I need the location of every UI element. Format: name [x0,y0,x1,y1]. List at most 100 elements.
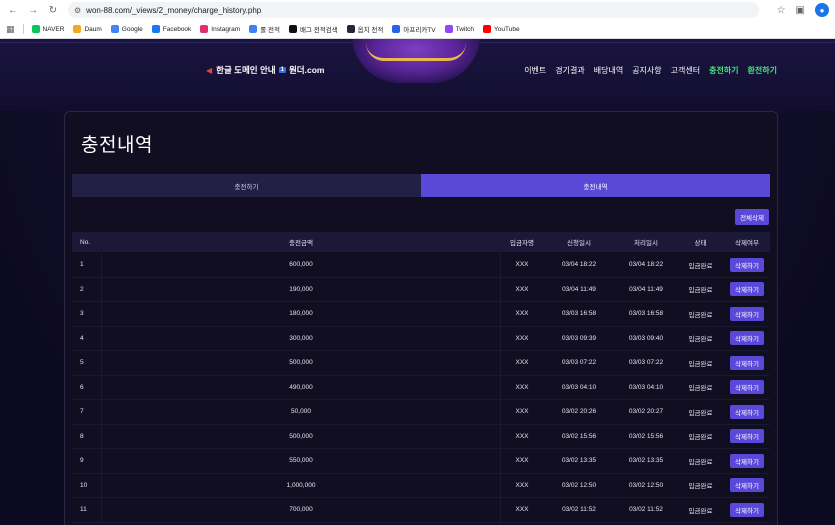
delete-row-button[interactable]: 삭제하기 [730,306,764,321]
charge-history-panel: 충전내역 충전하기 충전내역 전체삭제 No. 충전금액 입금자명 신청일시 처리… [64,111,778,525]
cell-depositor: XXX [515,481,529,489]
cell-status: 입금완료 [688,336,713,344]
cell-status: 입금완료 [688,385,713,393]
cell-delete: 삭제하기 [724,355,770,370]
bookmark-favicon-icon [73,25,82,33]
cell-delete: 삭제하기 [724,478,770,493]
extensions-icon[interactable]: ▣ [796,5,805,16]
bookmark-item[interactable]: Twitch [444,25,474,33]
cell-status: 입금완료 [688,360,713,368]
back-icon[interactable]: ← [6,3,20,17]
delete-all-button[interactable]: 전체삭제 [735,209,769,225]
cell-status: 입금완료 [688,434,713,442]
delete-row-button[interactable]: 삭제하기 [730,453,764,468]
table-header: No. 충전금액 입금자명 신청일시 처리일시 상태 삭제여부 [72,232,770,252]
site-header: ◀ 한글 도메인 안내 1 원더.com 이벤트 경기결과 배당내역 공지사항 고객센터… [0,39,835,111]
delete-row-button[interactable]: 삭제하기 [730,502,764,517]
bookmark-item[interactable]: Google [110,25,143,33]
cell-no: 2 [80,285,84,293]
address-bar[interactable]: ⚙ won-88.com/_views/2_money/charge_histo… [68,2,759,18]
cell-delete: 삭제하기 [724,282,770,297]
cell-processed: 03/02 15:56 [628,432,664,440]
cell-delete: 삭제하기 [724,257,770,272]
cell-delete: 삭제하기 [724,453,770,468]
site-info-icon[interactable]: ⚙ [74,6,81,15]
bookmark-star-icon[interactable]: ☆ [777,5,786,16]
nav-item[interactable]: 공지사항 [632,65,661,76]
cell-requested: 03/02 13:35 [561,457,597,465]
tab-charge-history[interactable]: 충전내역 [421,174,770,197]
main-nav: 이벤트 경기결과 배당내역 공지사항 고객센터 충전하기 환전하기 [515,65,777,76]
apps-grid-icon[interactable]: ▦ [6,24,15,35]
profile-avatar[interactable]: ● [815,3,829,17]
cell-status: 입금완료 [688,262,713,270]
delete-row-button[interactable]: 삭제하기 [730,355,764,370]
tab-charge[interactable]: 충전하기 [72,174,421,197]
cell-no: 6 [80,383,84,391]
bookmark-label: NAVER [42,25,65,33]
delete-row-button[interactable]: 삭제하기 [730,429,764,444]
col-requested: 신청일시 [567,240,591,247]
bookmark-item[interactable]: NAVER [31,25,65,33]
bookmark-item[interactable]: Facebook [151,25,191,33]
cell-amount: 180,000 [101,302,501,326]
cell-requested: 03/02 12:50 [561,481,597,489]
cell-delete: 삭제하기 [724,404,770,419]
cell-status: 입금완료 [688,458,713,466]
cell-amount: 490,000 [101,375,501,399]
nav-item[interactable]: 배당내역 [594,65,623,76]
nav-item[interactable]: 이벤트 [524,65,546,76]
delete-row-button[interactable]: 삭제하기 [730,257,764,272]
bookmark-list: NAVER Daum Google Facebook Instagram 롤 전적 배그 전… [31,24,529,34]
cell-no: 5 [80,359,84,367]
logo-rim [366,43,466,61]
notice-domain: 원더.com [288,65,325,75]
cell-status: 입금완료 [688,311,713,319]
bookmark-favicon-icon [249,25,258,33]
nav-item[interactable]: 고객센터 [671,65,700,76]
bookmark-item[interactable]: YouTube [483,25,520,33]
cell-depositor: XXX [515,310,529,318]
forward-icon[interactable]: → [26,3,40,17]
delete-row-button[interactable]: 삭제하기 [730,282,764,297]
url-text: won-88.com/_views/2_money/charge_history… [86,5,262,15]
reload-icon[interactable]: ↻ [46,3,60,17]
cell-amount: 500,000 [101,424,501,448]
domain-notice[interactable]: ◀ 한글 도메인 안내 1 원더.com [206,64,324,76]
bookmark-favicon-icon [110,25,119,33]
table-row: 11 700,000 XXX 03/02 11:52 03/02 11:52 입금완료 삭제… [72,498,770,523]
bookmark-item[interactable]: 배그 전적검색 [288,24,338,34]
delete-row-button[interactable]: 삭제하기 [730,404,764,419]
bookmark-item[interactable]: 옵치 전적 [346,24,383,34]
nav-item[interactable]: 경기결과 [555,65,584,76]
bookmark-label: Daum [84,25,102,33]
delete-row-button[interactable]: 삭제하기 [730,380,764,395]
cell-status: 입금완료 [688,483,713,491]
bookmark-favicon-icon [444,25,453,33]
delete-row-button[interactable]: 삭제하기 [730,478,764,493]
bookmark-label: Instagram [211,25,241,33]
bookmark-favicon-icon [392,25,401,33]
bookmarks-bar: ▦ NAVER Daum Google Facebook Instagram 롤 전적 배그… [0,20,835,39]
bookmark-item[interactable]: 롤 전적 [249,24,280,34]
cell-no: 8 [80,432,84,440]
table-row: 5 500,000 XXX 03/03 07:22 03/03 07:22 입금완료 삭제하… [72,351,770,376]
delete-row-button[interactable]: 삭제하기 [730,331,764,346]
cell-depositor: XXX [515,383,529,391]
cell-depositor: XXX [515,261,529,269]
nav-item[interactable]: 충전하기 [709,65,738,76]
nav-item[interactable]: 환전하기 [748,65,777,76]
bookmark-item[interactable]: Instagram [200,25,240,33]
bookmark-label: 배그 전적검색 [299,27,338,34]
bookmark-item[interactable]: 아프리카TV [392,24,436,34]
cell-amount: 300,000 [101,326,501,350]
bookmark-item[interactable]: Daum [73,25,102,33]
cell-processed: 03/02 11:52 [629,506,663,514]
cell-requested: 03/03 09:39 [561,334,597,342]
table-row: 7 50,000 XXX 03/02 20:26 03/02 20:27 입금완료 삭제하기 [72,400,770,425]
table-row: 1 600,000 XXX 03/04 18:22 03/04 18:22 입금완료 삭제하… [72,253,770,278]
notice-badge: 1 [278,67,286,73]
cell-processed: 03/03 04:10 [628,383,664,391]
cell-requested: 03/02 20:26 [561,408,597,416]
bookmarks-divider [22,24,24,34]
